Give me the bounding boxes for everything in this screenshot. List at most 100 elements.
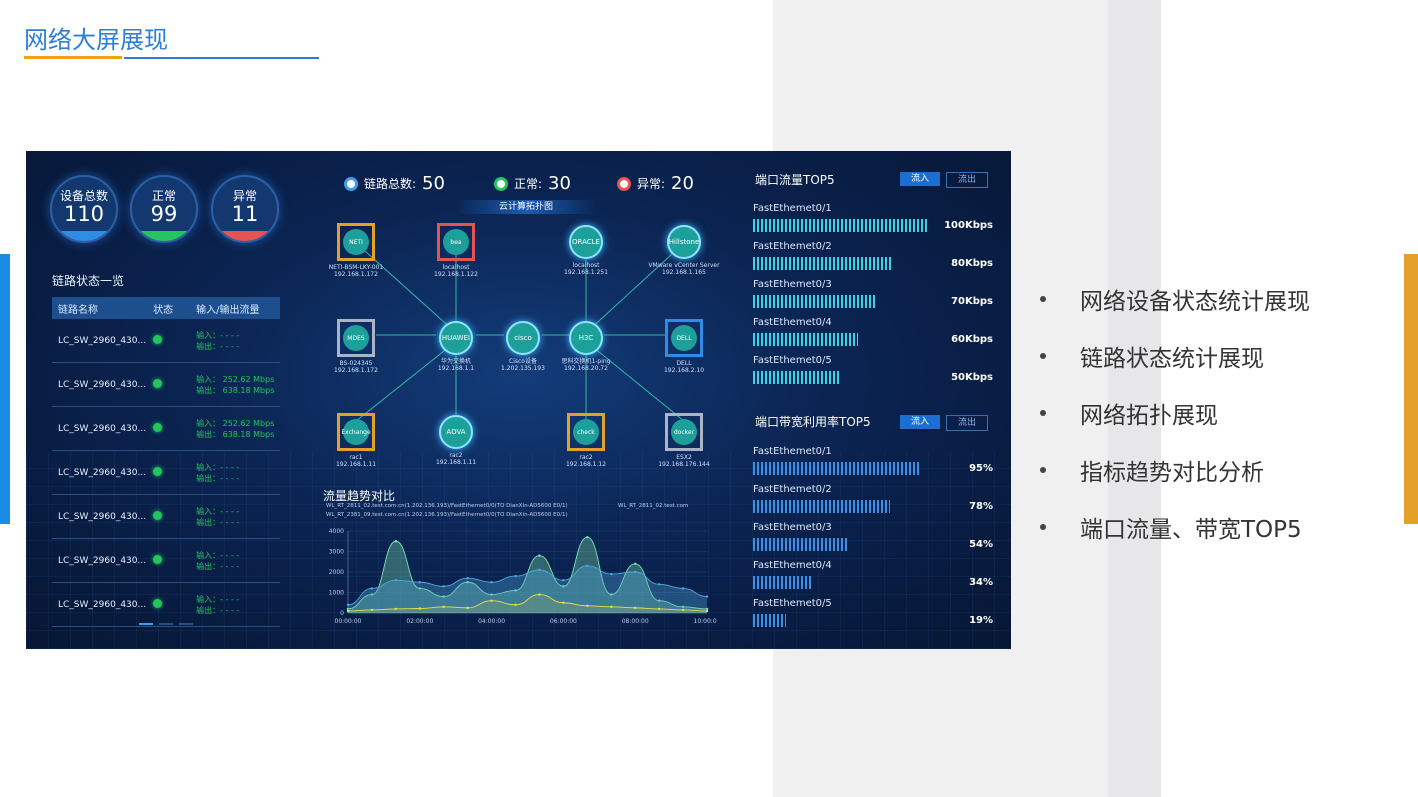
data-point	[586, 535, 589, 539]
check-icon: check	[573, 419, 599, 445]
port-name: FastEthemet0/1	[753, 446, 832, 457]
topology-node[interactable]: ORACLE localhost 192.168.1.251	[536, 225, 636, 276]
output-traffic: 输出：- - - -	[196, 605, 240, 615]
topology-node[interactable]: Exchange rac1 192.168.1.11	[306, 413, 406, 468]
top5-item: FastEthemet0/2 80Kbps	[753, 241, 993, 273]
port-value: 80Kbps	[951, 258, 993, 269]
topology-node[interactable]: H3C 思科交换机1-ping 192.168.20.72	[536, 321, 636, 372]
data-point	[657, 583, 661, 586]
table-row[interactable]: LC_SW_2960_430... 输入：- - - - 输出：- - - -	[52, 494, 280, 539]
input-traffic: 输入：- - - -	[196, 594, 240, 604]
right-accent-bar	[1404, 254, 1418, 524]
dashboard-screenshot: 设备总数 110 正常 99 异常 11 链路状态一览 链路名称 状态 输入/输…	[26, 151, 1011, 649]
data-point	[490, 599, 493, 602]
cisco-icon: cisco	[506, 321, 540, 355]
top5-item: FastEthemet0/3 70Kbps	[753, 279, 993, 311]
value-bar	[753, 500, 890, 513]
port-bandwidth-title: 端口带宽利用率TOP5	[755, 415, 871, 429]
title-underline-blue	[124, 57, 319, 59]
data-point	[538, 554, 541, 557]
data-point	[514, 603, 517, 606]
tab-traffic-out[interactable]: 流出	[946, 172, 988, 188]
feature-item: 指标趋势对比分析	[1040, 441, 1310, 498]
data-point	[346, 609, 350, 613]
data-point	[610, 605, 613, 609]
y-tick-label: 4000	[329, 528, 344, 535]
feature-item: 端口流量、带宽TOP5	[1040, 498, 1310, 555]
data-point	[634, 562, 637, 565]
table-row[interactable]: LC_SW_2960_430... 输入：- - - - 输出：- - - -	[52, 538, 280, 583]
pager-dot[interactable]	[179, 623, 193, 625]
tab-bandwidth-out[interactable]: 流出	[946, 415, 988, 431]
y-tick-label: 3000	[329, 549, 344, 556]
value-bar	[753, 257, 893, 270]
data-point	[346, 603, 350, 606]
data-point	[586, 604, 589, 608]
neti-icon: NETI	[343, 229, 369, 255]
port-value: 50Kbps	[951, 372, 993, 383]
data-point	[490, 581, 493, 584]
port-name: FastEthemet0/3	[753, 522, 832, 533]
value-bar	[753, 371, 841, 384]
data-point	[466, 576, 469, 580]
pager-dot[interactable]	[159, 623, 173, 625]
y-tick-label: 2000	[329, 569, 344, 576]
data-point	[418, 581, 421, 584]
data-point	[394, 607, 398, 611]
port-value: 100Kbps	[944, 220, 993, 231]
top5-item: FastEthemet0/1 95%	[753, 446, 993, 478]
bullet-dot-icon	[1040, 409, 1046, 416]
trend-legend-item: WL_RT_2811_02.test.com	[618, 503, 689, 509]
oracle-icon: ORACLE	[569, 225, 603, 259]
topology-node[interactable]: NETI NETI-BSM-LKY-001 192.168.1.172	[306, 223, 406, 278]
x-tick-label: 02:00:00	[406, 618, 433, 625]
port-name: FastEthemet0/2	[753, 484, 832, 495]
docker-icon: docker	[671, 419, 697, 445]
x-tick-label: 10:00:00	[694, 618, 717, 625]
x-tick-label: 06:00:00	[550, 618, 577, 625]
value-bar	[753, 219, 928, 232]
status-ok-icon	[153, 510, 163, 520]
data-point	[394, 540, 398, 543]
huawei-icon: HUAWEI	[439, 321, 473, 355]
port-value: 60Kbps	[951, 334, 993, 345]
bullet-dot-icon	[1040, 466, 1046, 473]
data-point	[514, 574, 517, 578]
top5-item: FastEthemet0/3 54%	[753, 522, 993, 554]
tab-bandwidth-in[interactable]: 流入	[900, 415, 940, 429]
data-point	[370, 587, 374, 590]
tab-traffic-in[interactable]: 流入	[900, 172, 940, 186]
data-point	[418, 607, 421, 610]
adva-icon: ADVA	[439, 415, 473, 449]
topology-node[interactable]: check rac2 192.168.1.12	[536, 413, 636, 468]
data-point	[634, 570, 637, 574]
output-traffic: 输出：- - - -	[196, 561, 240, 571]
feature-list: 网络设备状态统计展现 链路状态统计展现 网络拓扑展现 指标趋势对比分析 端口流量…	[1040, 270, 1310, 555]
value-bar	[753, 462, 919, 475]
top5-item: FastEthemet0/4 34%	[753, 560, 993, 592]
link-name: LC_SW_2960_430...	[52, 538, 148, 583]
table-row[interactable]: LC_SW_2960_430... 输入：- - - - 输出：- - - -	[52, 582, 280, 627]
topology-node[interactable]: MDES BS-024345 192.168.1.172	[306, 319, 406, 374]
data-point	[634, 606, 637, 610]
topology-node[interactable]: bea localhost 192.168.1.122	[406, 223, 506, 278]
slide-title: 网络大屏展现	[24, 26, 168, 54]
data-point	[562, 601, 565, 604]
output-traffic: 输出：- - - -	[196, 517, 240, 527]
port-name: FastEthemet0/4	[753, 560, 832, 571]
topology-node[interactable]: ADVA rac2 192.168.1.11	[406, 415, 506, 466]
top5-item: FastEthemet0/5 50Kbps	[753, 355, 993, 387]
topology-node[interactable]: Hillstone VMware vCenter Server 192.168.1…	[634, 225, 734, 276]
data-point	[681, 608, 685, 612]
pager-dot-active[interactable]	[139, 623, 153, 625]
port-value: 54%	[969, 539, 993, 550]
value-bar	[753, 295, 875, 308]
topology-node[interactable]: DELL DELL 192.168.2.10	[634, 319, 734, 374]
port-name: FastEthemet0/3	[753, 279, 832, 290]
value-bar	[753, 614, 786, 627]
data-point	[586, 564, 589, 568]
feature-item: 网络设备状态统计展现	[1040, 270, 1310, 327]
x-tick-label: 08:00:00	[622, 618, 649, 625]
topology-node[interactable]: docker ESX2 192.168.176.144	[634, 413, 734, 468]
data-point	[466, 606, 469, 610]
